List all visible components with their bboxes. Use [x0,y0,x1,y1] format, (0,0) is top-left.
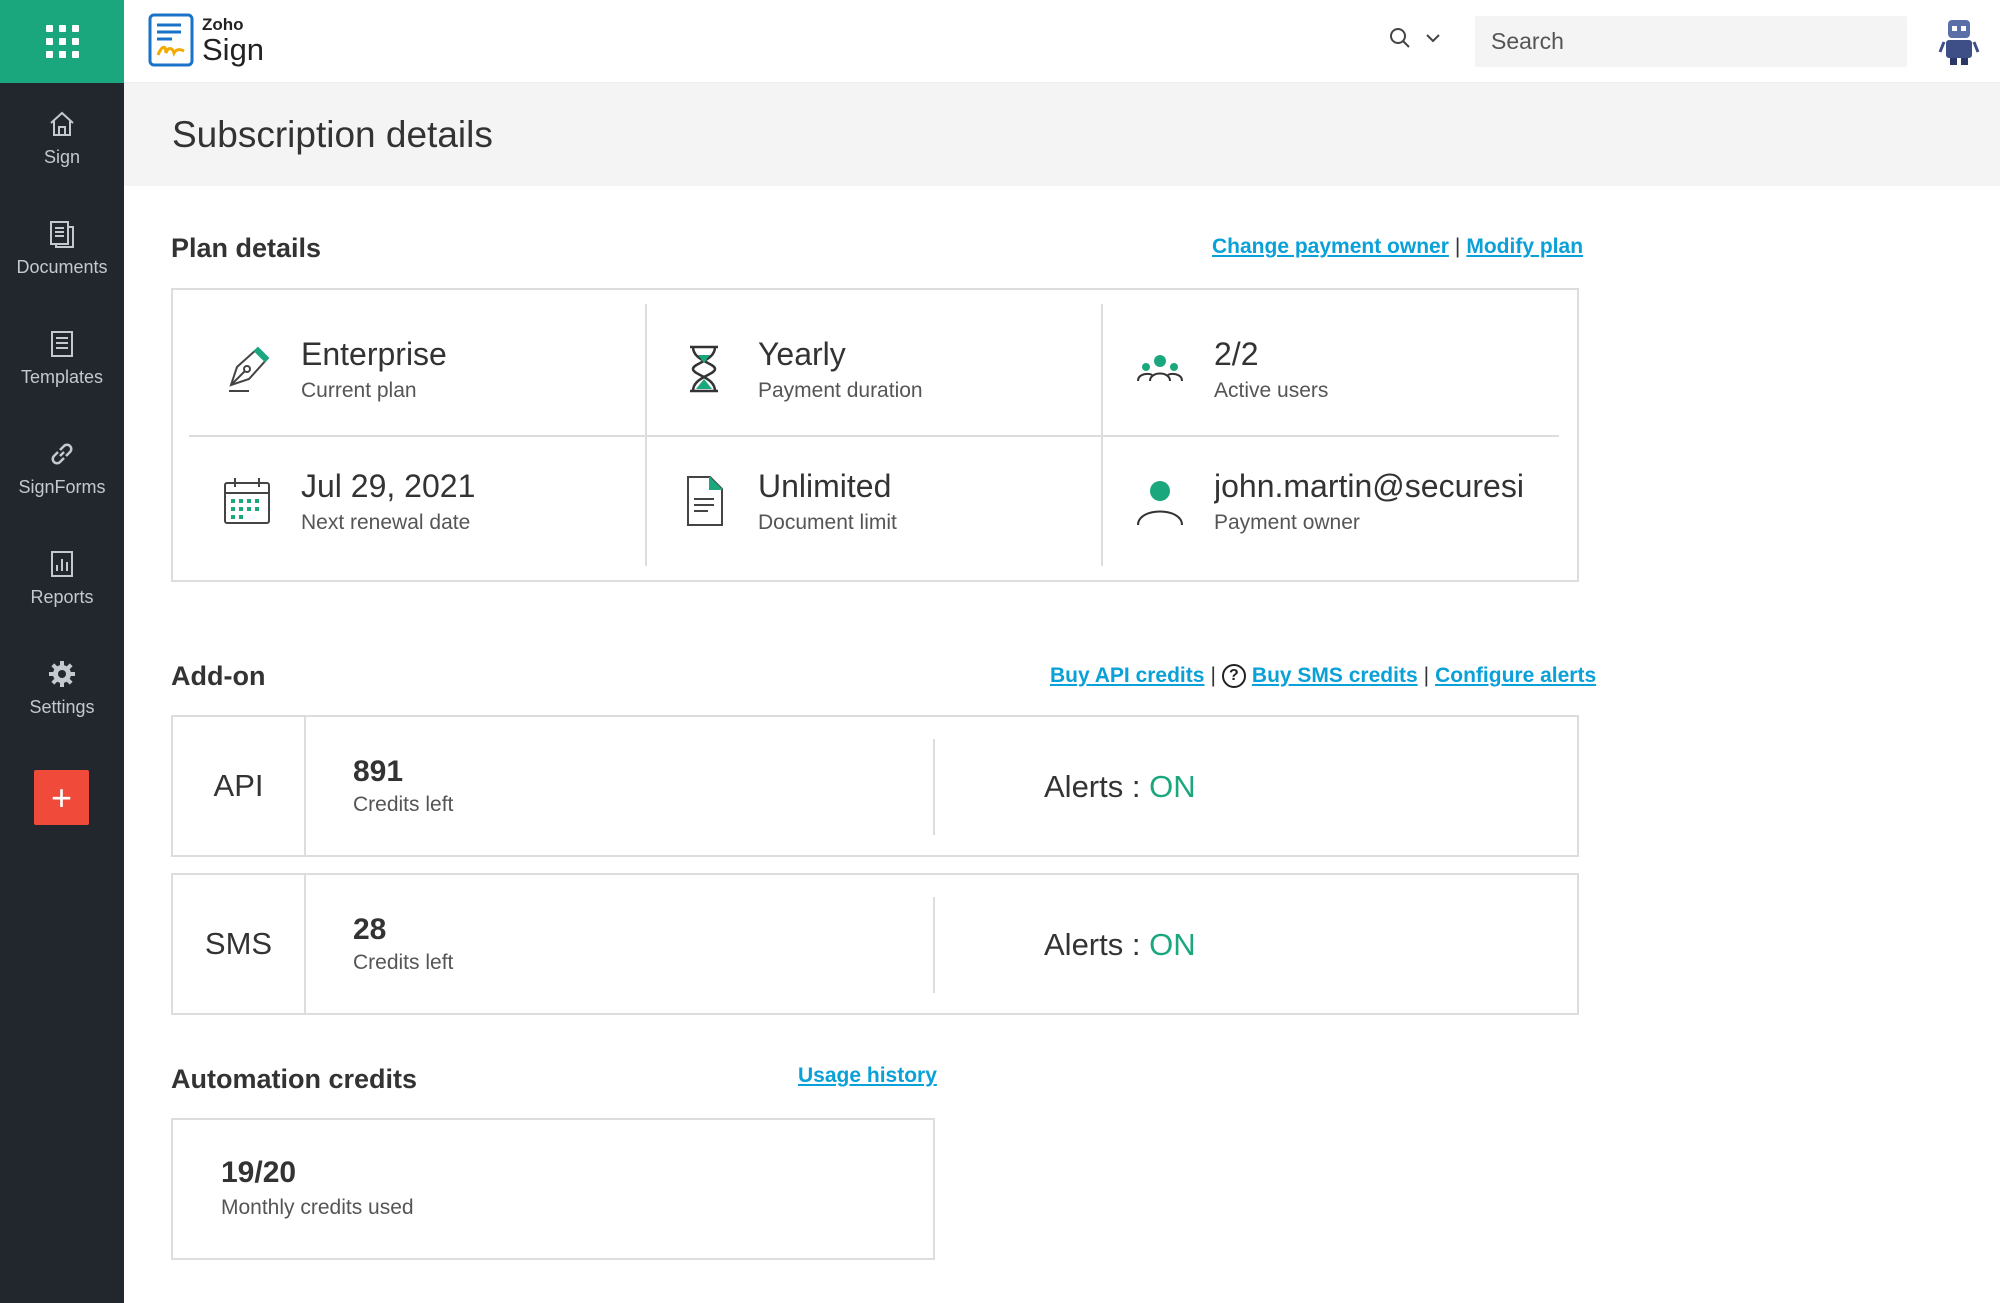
zoho-sign-logo[interactable]: Zoho Sign [148,13,264,67]
link-separator: | [1210,664,1216,687]
sidebar-item-label: Documents [16,256,108,277]
addon-name: SMS [173,875,306,1013]
plan-cell-payment-duration: Yearly Payment duration [646,304,1101,434]
plan-value: Jul 29, 2021 [301,467,476,504]
sidebar-item-label: SignForms [18,476,106,497]
addon-name: API [173,717,306,855]
search-input[interactable]: Search [1475,16,1907,67]
logo-brand-small: Zoho [202,14,244,34]
document-icon [687,476,723,526]
grid-icon [45,25,79,58]
add-button[interactable]: + [34,770,89,825]
automation-credits-title: Automation credits [171,1064,418,1094]
plan-label: Payment duration [758,378,923,402]
plan-label: Next renewal date [301,510,471,534]
change-payment-owner-link[interactable]: Change payment owner [1212,235,1449,259]
sidebar-item-settings[interactable]: Settings [0,633,124,743]
plan-label: Payment owner [1214,510,1360,534]
configure-alerts-link[interactable]: Configure alerts [1435,664,1596,688]
app-grid-button[interactable] [0,0,124,83]
pen-nib-icon [229,346,270,392]
alerts-label: Alerts : [1044,927,1141,962]
addon-links: Buy API credits | ? Buy SMS credits | Co… [1050,664,1596,688]
plan-label: Active users [1214,378,1329,402]
alerts-label: Alerts : [1044,769,1141,804]
calendar-icon [224,478,270,524]
documents-icon [50,220,74,248]
credits-value: 891 [353,755,404,788]
link-separator: | [1454,235,1461,258]
search-placeholder: Search [1491,28,1564,54]
users-icon [1137,355,1183,382]
plan-details-title: Plan details [171,233,322,263]
sidebar-item-reports[interactable]: Reports [0,523,124,633]
user-icon [1137,481,1183,526]
alerts-value: ON [1149,769,1196,804]
search-scope-toggle[interactable] [1388,26,1442,50]
plan-label: Document limit [758,510,897,534]
automation-links: Usage history [798,1064,937,1088]
sidebar-item-sign[interactable]: Sign [0,83,124,193]
usage-history-link[interactable]: Usage history [798,1064,937,1088]
plan-cell-renewal-date: Jul 29, 2021 Next renewal date [189,436,644,566]
sidebar-item-label: Sign [43,146,81,167]
credits-value: 28 [353,913,387,946]
templates-icon [51,330,73,357]
credits-label: Credits left [353,951,454,974]
plan-value: Enterprise [301,335,447,372]
addon-title: Add-on [171,661,266,691]
addon-card-api: API 891 Credits left Alerts : ON [171,715,1579,857]
gear-icon [49,660,75,687]
sidebar-item-signforms[interactable]: SignForms [0,413,124,523]
buy-api-credits-link[interactable]: Buy API credits [1050,664,1204,688]
modify-plan-link[interactable]: Modify plan [1466,235,1583,259]
plus-icon: + [50,776,73,818]
sidebar: Sign Documents Templates SignForms Repor… [0,0,124,1303]
alerts-value: ON [1149,927,1196,962]
avatar[interactable] [1938,18,1980,66]
plan-value: 2/2 [1214,335,1259,372]
plan-cell-current-plan: Enterprise Current plan [189,304,644,434]
sidebar-item-templates[interactable]: Templates [0,303,124,413]
plan-value: Yearly [758,335,846,372]
plan-details-card: Enterprise Current plan Yearly Payment dur… [171,288,1579,582]
plan-value: Unlimited [758,467,892,504]
plan-cell-active-users: 2/2 Active users [1102,304,1557,434]
plan-cell-document-limit: Unlimited Document limit [646,436,1101,566]
plan-cell-payment-owner: john.martin@securesig Payment owner [1102,436,1557,566]
link-separator: | [1423,664,1430,687]
plan-label: Current plan [301,378,417,402]
page-title: Subscription details [172,114,493,155]
sidebar-item-label: Reports [30,586,94,607]
top-header: Zoho Sign Search [124,0,2000,83]
link-icon [51,443,73,464]
plan-value: john.martin@securesig [1214,467,1524,504]
home-icon [50,111,74,136]
automation-credits-label: Monthly credits used [221,1196,414,1219]
search-icon [1390,28,1410,48]
page-title-bar: Subscription details [124,83,2000,186]
automation-credits-value: 19/20 [221,1156,297,1189]
buy-sms-credits-link[interactable]: Buy SMS credits [1252,664,1418,688]
automation-credits-card: 19/20 Monthly credits used [171,1118,935,1260]
sidebar-item-label: Settings [29,696,95,717]
sidebar-item-documents[interactable]: Documents [0,193,124,303]
sidebar-item-label: Templates [20,366,104,387]
credits-label: Credits left [353,793,454,816]
logo-icon [148,13,194,67]
reports-icon [51,550,73,577]
hourglass-icon [690,345,718,393]
alerts-status: Alerts : ON [1044,769,1196,805]
plan-links: Change payment owner | Modify plan [1212,235,1583,259]
alerts-status: Alerts : ON [1044,927,1196,963]
chevron-down-icon [1426,34,1440,43]
help-icon[interactable]: ? [1221,664,1246,688]
addon-card-sms: SMS 28 Credits left Alerts : ON [171,873,1579,1015]
logo-brand-name: Sign [202,31,265,67]
